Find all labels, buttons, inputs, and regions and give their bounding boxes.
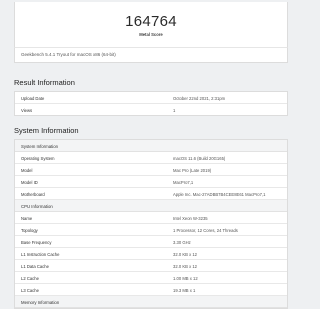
table-row: Upload Date October 22nd 2021, 2:31pm	[15, 92, 287, 104]
row-key: Model ID	[21, 179, 38, 185]
system-information-title: System Information	[14, 126, 79, 135]
row-value: 1	[173, 107, 176, 113]
group-header-label: System Information	[21, 143, 59, 149]
row-key: Motherboard	[21, 191, 45, 197]
table-row: Views 1	[15, 104, 287, 115]
row-value: October 22nd 2021, 2:31pm	[173, 95, 226, 101]
benchmark-version-text: Geekbench 5.4.1 Tryout for macOS x86 (64…	[21, 52, 116, 57]
row-key: L1 Instruction Cache	[21, 251, 60, 257]
table-row: Motherboard Apple Inc. Mac-27ADBB7B4CEE8…	[15, 188, 287, 200]
row-value: 1.00 MB x 12	[173, 275, 198, 281]
row-key: Views	[21, 107, 33, 113]
score-card: 164764 Metal Score	[14, 2, 288, 48]
row-key: L1 Data Cache	[21, 263, 49, 269]
row-value: Mac Pro (Late 2019)	[173, 167, 212, 173]
result-information-table: Upload Date October 22nd 2021, 2:31pm Vi…	[14, 91, 288, 116]
table-row: L1 Data Cache 32.0 KB x 12	[15, 260, 287, 272]
row-value: 19.3 MB x 1	[173, 287, 196, 293]
table-row: L2 Cache 1.00 MB x 12	[15, 272, 287, 284]
row-key: Topology	[21, 227, 38, 233]
row-value: macOS 11.6 (Build 20G165)	[173, 155, 226, 161]
metal-score-value: 164764	[125, 13, 177, 30]
row-key: Model	[21, 167, 33, 173]
row-key: Upload Date	[21, 95, 45, 101]
table-row: Topology 1 Processor, 12 Cores, 24 Threa…	[15, 224, 287, 236]
table-row: Base Frequency 3.30 GHz	[15, 236, 287, 248]
row-key: Base Frequency	[21, 239, 52, 245]
table-row: Model ID MacPro7,1	[15, 176, 287, 188]
table-row: Operating System macOS 11.6 (Build 20G16…	[15, 152, 287, 164]
row-value: Intel Xeon W-3235	[173, 215, 208, 221]
row-value: 32.0 KB x 12	[173, 251, 197, 257]
row-value: 3.30 GHz	[173, 239, 191, 245]
row-value: 1 Processor, 12 Cores, 24 Threads	[173, 227, 238, 233]
row-key: L3 Cache	[21, 287, 39, 293]
table-row: Model Mac Pro (Late 2019)	[15, 164, 287, 176]
row-value: MacPro7,1	[173, 179, 194, 185]
group-header-label: Memory Information	[21, 299, 60, 305]
group-header-memory: Memory Information	[15, 296, 287, 308]
result-information-title: Result Information	[14, 78, 75, 87]
row-key: L2 Cache	[21, 275, 39, 281]
group-header-label: CPU Information	[21, 203, 53, 209]
row-key: Operating System	[21, 155, 55, 161]
table-row: L3 Cache 19.3 MB x 1	[15, 284, 287, 296]
row-key: Name	[21, 215, 33, 221]
system-information-table: System Information Operating System macO…	[14, 139, 288, 309]
table-row: L1 Instruction Cache 32.0 KB x 12	[15, 248, 287, 260]
benchmark-version-card: Geekbench 5.4.1 Tryout for macOS x86 (64…	[14, 47, 288, 63]
row-value: 32.0 KB x 12	[173, 263, 197, 269]
group-header-cpu: CPU Information	[15, 200, 287, 212]
table-row: Name Intel Xeon W-3235	[15, 212, 287, 224]
row-value: Apple Inc. Mac-27ADBB7B4CEE8E61 MacPro7,…	[173, 191, 266, 197]
group-header-system: System Information	[15, 140, 287, 152]
metal-score-label: Metal Score	[139, 32, 163, 37]
